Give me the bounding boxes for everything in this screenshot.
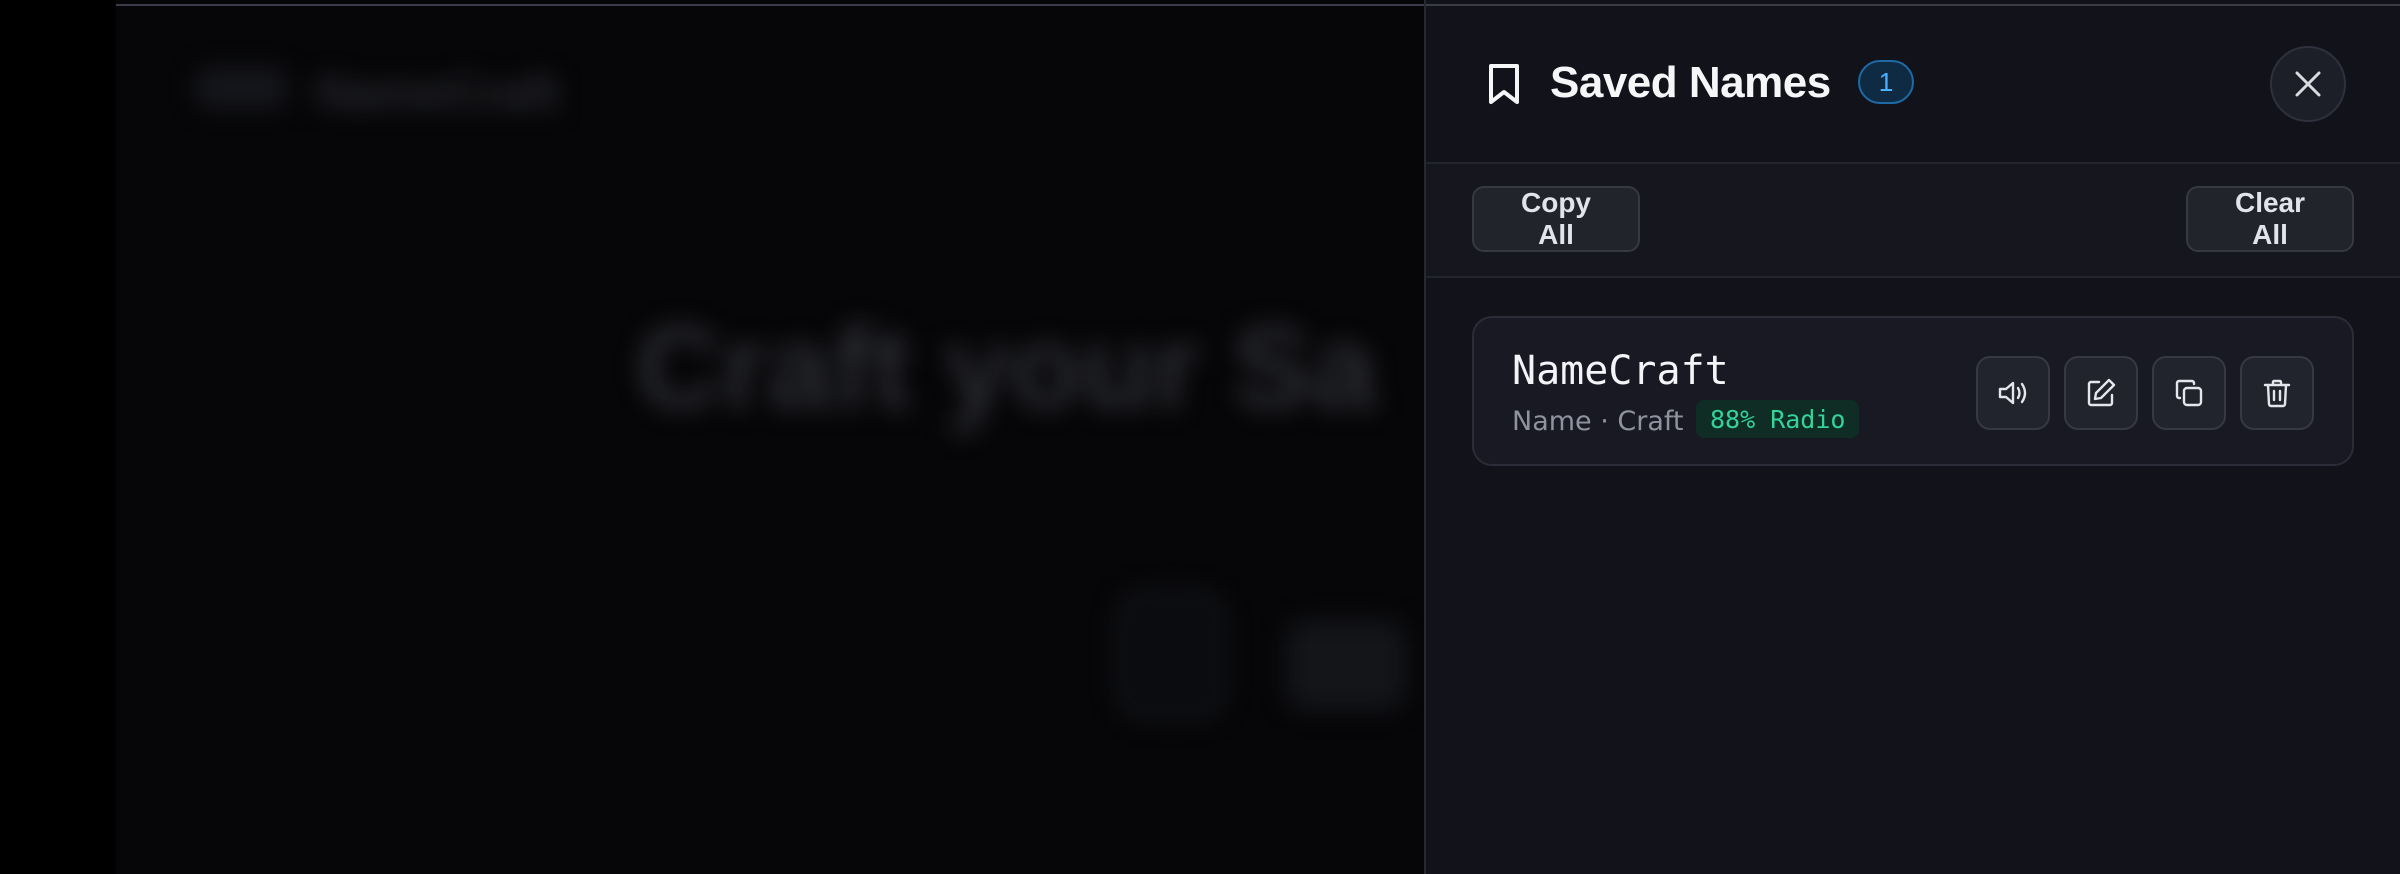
background-headline: Craft your Sa [636,302,1377,434]
background-logo-text: NameCraft [316,67,559,120]
drawer-title: Saved Names [1550,58,1831,107]
edit-button[interactable] [2064,356,2138,430]
saved-count-badge: 1 [1858,60,1914,104]
close-button[interactable] [2270,46,2346,122]
clear-all-button[interactable]: Clear All [2186,186,2354,252]
score-badge: 88% Radio [1696,400,1860,438]
background-button [1286,620,1406,710]
copy-all-button[interactable]: Copy All [1472,186,1640,252]
background-button [1116,590,1226,720]
blur-overlay: NameCraft Craft your Sa [116,0,1424,874]
bookmark-icon [1486,62,1522,106]
close-icon [2292,68,2324,100]
speak-button[interactable] [1976,356,2050,430]
window-edge [0,0,116,874]
trash-icon [2260,376,2294,410]
background-logo-icon [196,68,286,108]
saved-name-card: NameCraft Name · Craft 88% Radio [1472,316,2354,466]
delete-button[interactable] [2240,356,2314,430]
drawer-header: Saved Names 1 [1426,6,2400,164]
copy-button[interactable] [2152,356,2226,430]
blurred-background-page: NameCraft Craft your Sa [116,0,1424,874]
saved-names-drawer: Saved Names 1 Copy All Clear All NameCra… [1424,0,2400,874]
saved-name: NameCraft [1512,348,1729,394]
edit-icon [2084,376,2118,410]
drawer-toolbar: Copy All Clear All [1426,164,2400,278]
name-parts: Name · Craft [1512,406,1684,437]
copy-icon [2172,376,2206,410]
speaker-icon [1996,376,2030,410]
